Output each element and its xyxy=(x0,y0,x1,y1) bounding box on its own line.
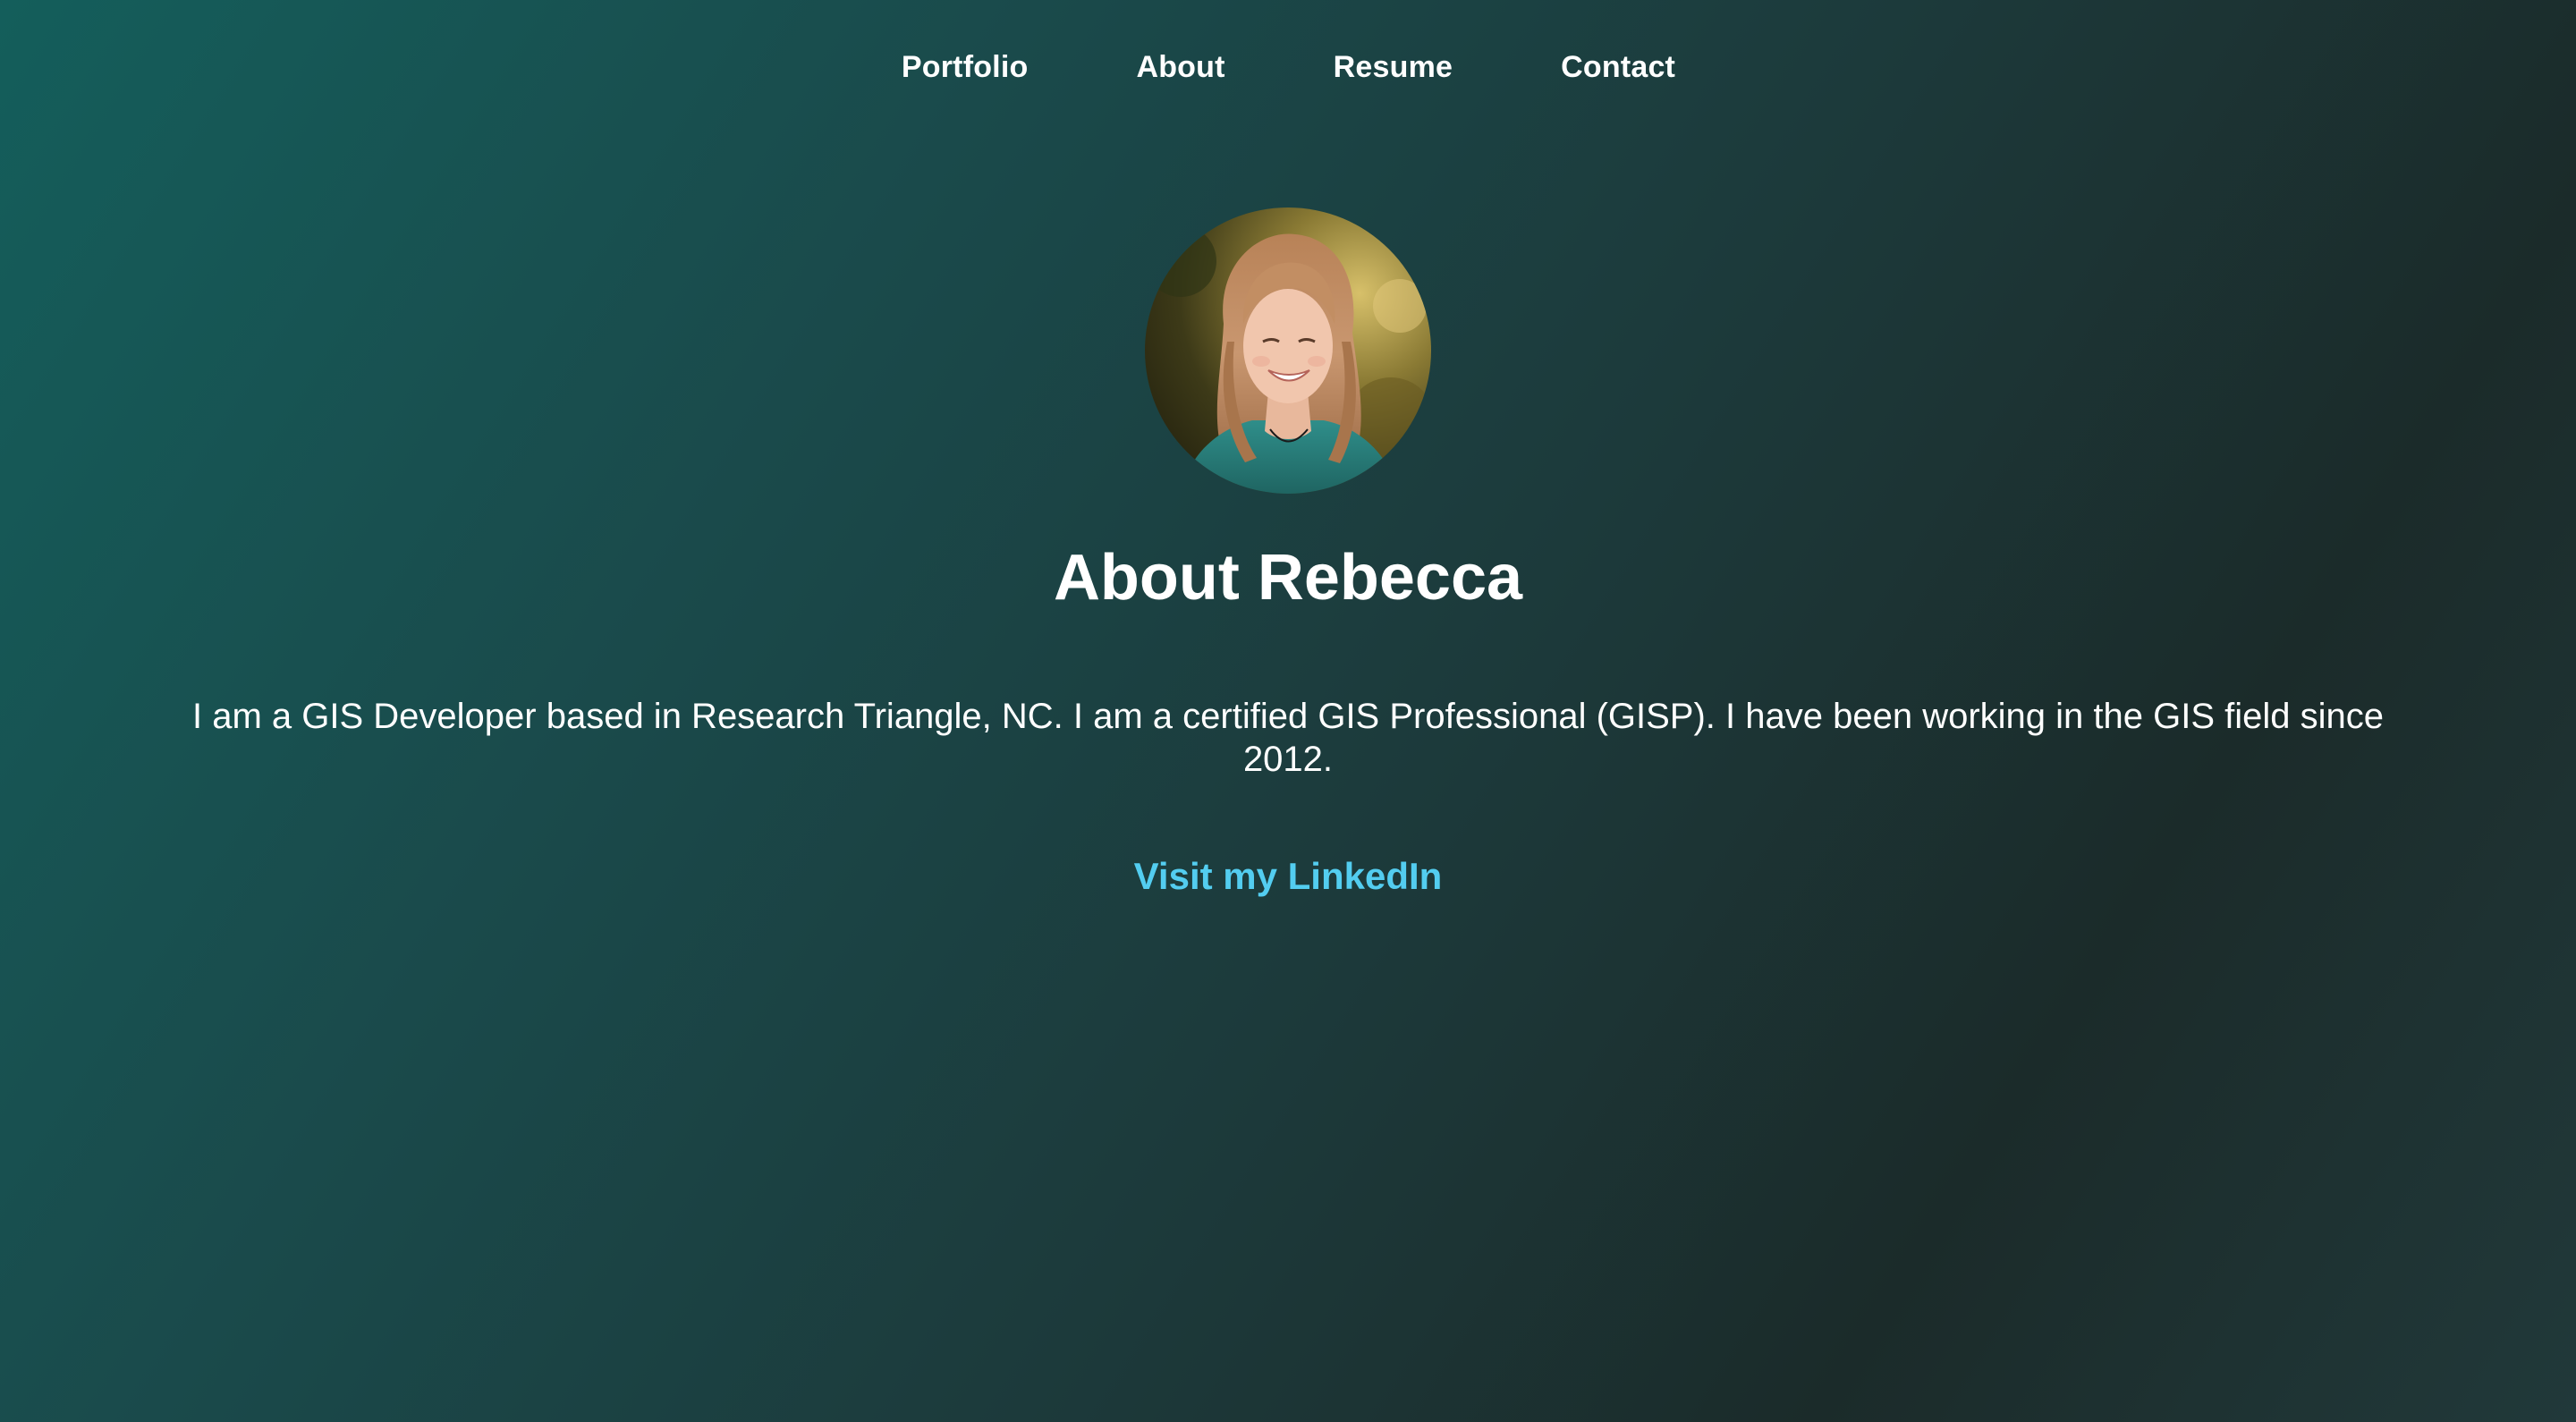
profile-photo xyxy=(1145,207,1431,494)
bio-paragraph: I am a GIS Developer based in Research T… xyxy=(191,697,2385,779)
linkedin-link[interactable]: Visit my LinkedIn xyxy=(1134,855,1443,897)
nav-link-about[interactable]: About xyxy=(1135,45,1224,89)
profile-photo-image xyxy=(1145,207,1431,494)
nav-link-resume[interactable]: Resume xyxy=(1333,45,1453,89)
linkedin-container: Visit my LinkedIn xyxy=(0,851,2576,901)
page-title: About Rebecca xyxy=(1053,542,1523,614)
nav-link-portfolio[interactable]: Portfolio xyxy=(901,45,1029,89)
nav-link-contact[interactable]: Contact xyxy=(1560,45,1675,89)
main-nav: Portfolio About Resume Contact xyxy=(0,45,2576,89)
